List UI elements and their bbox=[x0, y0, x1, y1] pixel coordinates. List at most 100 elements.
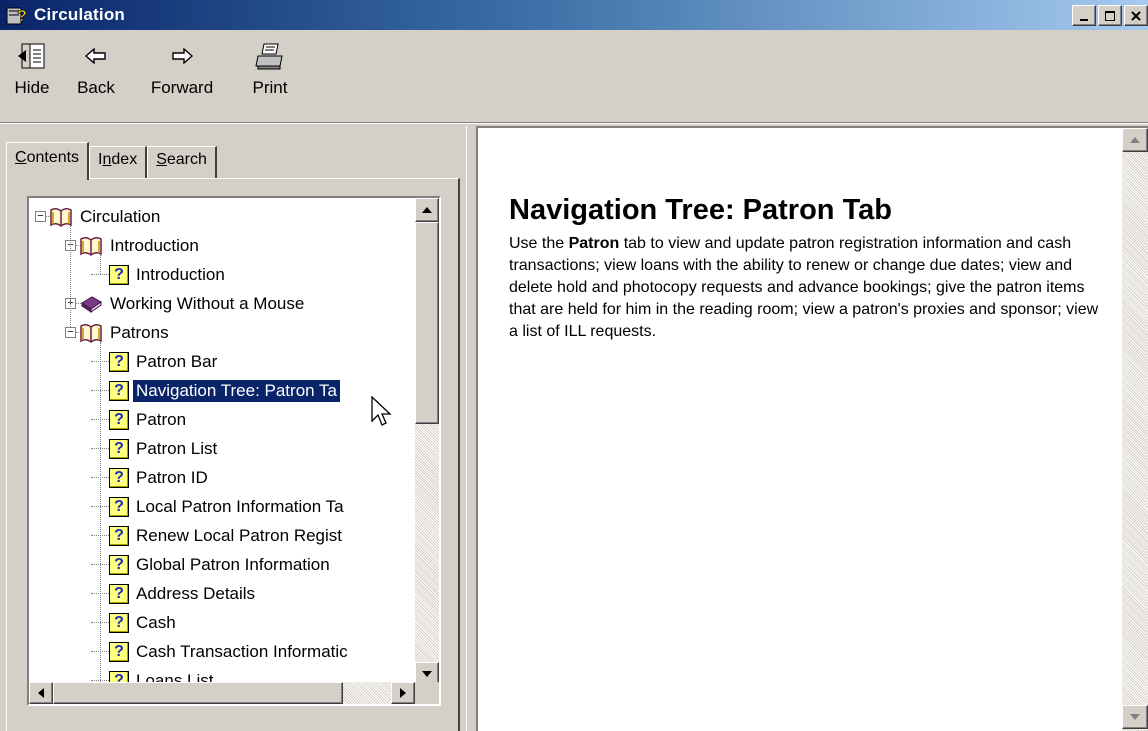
tab-contents-label: Contents bbox=[15, 149, 80, 166]
print-button[interactable]: Print bbox=[238, 42, 302, 112]
window-title-bar[interactable]: ? Circulation bbox=[0, 0, 1148, 30]
tree-topic-item[interactable]: ? Renew Local Patron Regist bbox=[109, 521, 345, 550]
tree-topic-item[interactable]: ? Local Patron Information Ta bbox=[109, 492, 347, 521]
tree-item-label: Patrons bbox=[110, 322, 169, 342]
tree-item-label: Patron ID bbox=[136, 467, 208, 487]
hide-label: Hide bbox=[14, 78, 50, 97]
open-book-icon bbox=[50, 207, 72, 227]
help-topic-icon: ? bbox=[109, 496, 129, 517]
tree-item-label: Circulation bbox=[80, 206, 161, 226]
tree-topic-item[interactable]: ? Navigation Tree: Patron Ta bbox=[109, 376, 341, 405]
topic-body: Use the Patron tab to view and update pa… bbox=[509, 233, 1099, 343]
minimize-button[interactable] bbox=[1072, 5, 1096, 26]
tree-scroll-thumb[interactable] bbox=[415, 222, 439, 424]
navigation-pane: Contents Index Search − Circulation − Intro… bbox=[0, 126, 466, 731]
help-topic-icon: ? bbox=[109, 641, 129, 662]
tab-index-label: Index bbox=[98, 151, 138, 168]
tree-item-label: Cash bbox=[136, 612, 176, 632]
tab-index[interactable]: Index bbox=[89, 146, 148, 178]
scroll-right-button[interactable] bbox=[391, 682, 415, 704]
tree-item-label: Local Patron Information Ta bbox=[136, 496, 344, 516]
content-scroll-down-button[interactable] bbox=[1122, 705, 1148, 729]
tree-topic-item[interactable]: ? Patron ID bbox=[109, 463, 211, 492]
tree-item-label: Patron Bar bbox=[136, 351, 218, 371]
tree-book-item[interactable]: Circulation bbox=[49, 202, 163, 231]
tree-item-label: Cash Transaction Informatic bbox=[136, 641, 348, 661]
close-icon bbox=[1131, 10, 1141, 21]
tree-topic-item[interactable]: ? Patron Bar bbox=[109, 347, 220, 376]
back-button[interactable]: Back bbox=[64, 42, 128, 112]
toolbar-separator bbox=[0, 122, 1148, 124]
close-button[interactable] bbox=[1124, 5, 1148, 26]
tree-vertical-scrollbar[interactable] bbox=[415, 198, 439, 686]
open-book-icon bbox=[80, 323, 102, 343]
tree-connector bbox=[91, 274, 109, 275]
tree-topic-item[interactable]: ? Patron List bbox=[109, 434, 220, 463]
tree-topic-item[interactable]: ? Introduction bbox=[109, 260, 228, 289]
help-topic-icon: ? bbox=[109, 409, 129, 430]
tab-search[interactable]: Search bbox=[147, 146, 217, 178]
tab-contents[interactable]: Contents bbox=[6, 142, 90, 180]
help-topic-icon: ? bbox=[109, 438, 129, 459]
tree-connector bbox=[100, 342, 101, 686]
help-topic-icon: ? bbox=[109, 525, 129, 546]
content-scroll-up-button[interactable] bbox=[1122, 128, 1148, 152]
arrow-down-icon bbox=[1130, 714, 1140, 720]
open-book-icon bbox=[80, 236, 102, 256]
tree-horizontal-scrollbar[interactable] bbox=[29, 682, 415, 704]
maximize-button[interactable] bbox=[1098, 5, 1122, 26]
back-label: Back bbox=[77, 78, 115, 97]
tree-item-label: Introduction bbox=[136, 264, 225, 284]
topic-heading: Navigation Tree: Patron Tab bbox=[509, 194, 892, 226]
tree-connector bbox=[100, 255, 101, 274]
help-topic-icon: ? bbox=[109, 583, 129, 604]
tree-item-label: Renew Local Patron Regist bbox=[136, 525, 343, 545]
svg-text:?: ? bbox=[17, 8, 27, 25]
help-topic-icon: ? bbox=[109, 351, 129, 372]
help-topic-icon: ? bbox=[109, 264, 129, 285]
print-label: Print bbox=[252, 78, 288, 97]
forward-button[interactable]: Forward bbox=[150, 42, 214, 112]
tree-connector bbox=[70, 226, 71, 327]
hide-button[interactable]: Hide bbox=[0, 42, 64, 112]
tree-topic-item[interactable]: ? Address Details bbox=[109, 579, 258, 608]
back-arrow-icon bbox=[84, 47, 106, 65]
tree-book-item[interactable]: Working Without a Mouse bbox=[79, 289, 307, 318]
tree-item-label: Patron bbox=[136, 409, 187, 429]
mouse-cursor-icon bbox=[371, 396, 392, 426]
tree-item-label: Working Without a Mouse bbox=[110, 293, 305, 313]
closed-book-icon bbox=[81, 295, 102, 313]
contents-tree[interactable]: − Circulation − Introduction? Introduction + W… bbox=[29, 198, 415, 686]
nav-tabs: Contents Index Search bbox=[6, 142, 217, 180]
tree-book-item[interactable]: Introduction bbox=[79, 231, 202, 260]
topic-body-intro: Use the bbox=[509, 235, 569, 252]
help-topic-icon: ? bbox=[109, 467, 129, 488]
tree-item-label: Introduction bbox=[110, 235, 199, 255]
forward-label: Forward bbox=[150, 78, 214, 97]
collapse-icon[interactable]: − bbox=[35, 211, 46, 222]
pane-splitter[interactable] bbox=[466, 126, 476, 731]
arrow-up-icon bbox=[422, 207, 432, 213]
minimize-icon bbox=[1080, 18, 1088, 21]
toolbar: Hide Back Forward Print bbox=[0, 30, 1148, 120]
hide-pane-icon bbox=[18, 43, 45, 69]
window-title: Circulation bbox=[34, 5, 125, 24]
printer-icon bbox=[255, 43, 283, 70]
scroll-left-button[interactable] bbox=[29, 682, 53, 704]
tab-search-label: Search bbox=[156, 151, 207, 168]
tree-topic-item[interactable]: ? Cash Transaction Informatic bbox=[109, 637, 351, 666]
tree-topic-item[interactable]: ? Global Patron Information bbox=[109, 550, 333, 579]
content-vertical-scrollbar[interactable] bbox=[1122, 128, 1148, 731]
scroll-up-button[interactable] bbox=[415, 198, 439, 222]
tree-topic-item[interactable]: ? Cash bbox=[109, 608, 179, 637]
tree-topic-item[interactable]: ? Patron bbox=[109, 405, 189, 434]
maximize-icon bbox=[1105, 10, 1115, 21]
tree-item-label: Navigation Tree: Patron Ta bbox=[132, 378, 341, 403]
tree-book-item[interactable]: Patrons bbox=[79, 318, 172, 347]
tree-item-label: Address Details bbox=[136, 583, 256, 603]
tree-hscroll-thumb[interactable] bbox=[53, 682, 343, 704]
collapse-icon[interactable]: − bbox=[65, 327, 76, 338]
help-topic-icon: ? bbox=[109, 554, 129, 575]
forward-arrow-icon bbox=[172, 47, 194, 65]
scrollbar-corner bbox=[415, 682, 439, 704]
